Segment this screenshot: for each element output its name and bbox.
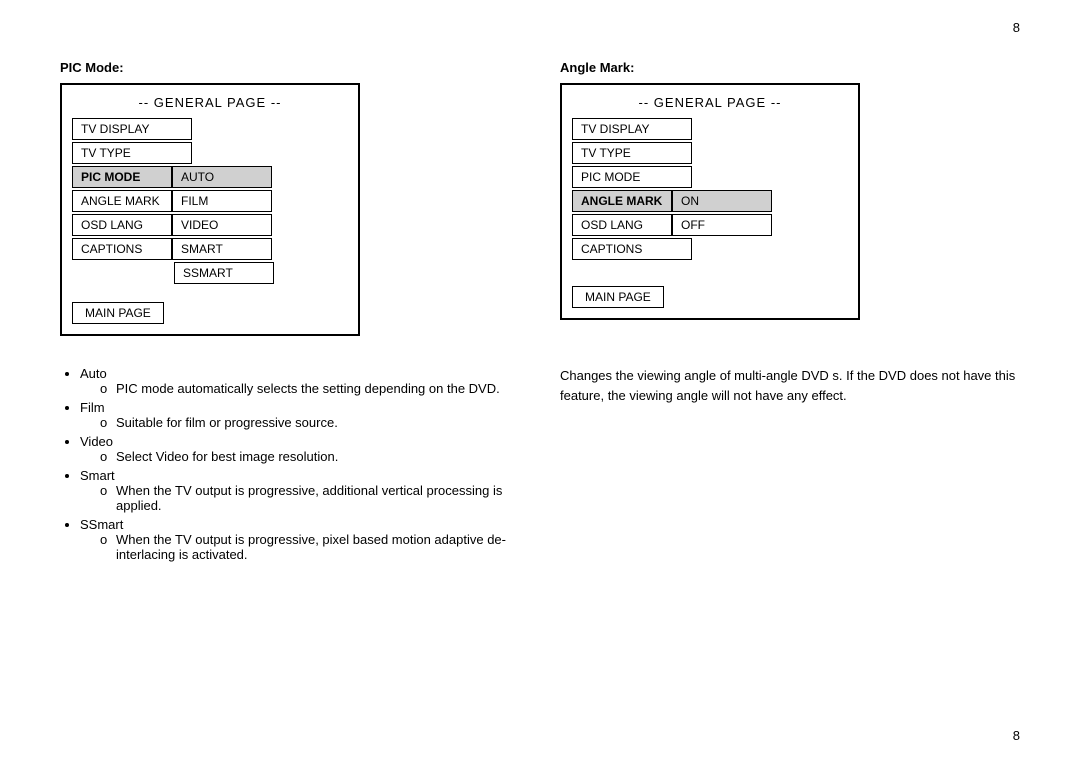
table-row: OSD LANG VIDEO xyxy=(72,214,348,236)
bullet-label: SSmart xyxy=(80,517,123,532)
pic-mode-label: PIC MODE xyxy=(72,166,172,188)
page-number-bottom: 8 xyxy=(1013,728,1020,743)
right-description-text: Changes the viewing angle of multi-angle… xyxy=(560,366,1020,566)
right-menu-box: -- GENERAL PAGE -- TV DISPLAY TV TYPE PI… xyxy=(560,83,860,320)
table-row: TV TYPE xyxy=(572,142,848,164)
right-section-label: Angle Mark: xyxy=(560,60,1020,75)
table-row: ANGLE MARK FILM xyxy=(72,190,348,212)
right-panel: Angle Mark: -- GENERAL PAGE -- TV DISPLA… xyxy=(560,60,1020,336)
tv-display-label: TV DISPLAY xyxy=(72,118,192,140)
list-item: Video Select Video for best image resolu… xyxy=(80,434,520,464)
table-row: PIC MODE AUTO xyxy=(72,166,348,188)
angle-mark-label: ANGLE MARK xyxy=(72,190,172,212)
table-row: TV DISPLAY xyxy=(572,118,848,140)
list-item: Select Video for best image resolution. xyxy=(100,449,520,464)
captions-label: CAPTIONS xyxy=(72,238,172,260)
list-item: Auto PIC mode automatically selects the … xyxy=(80,366,520,396)
left-main-page-button[interactable]: MAIN PAGE xyxy=(72,302,164,324)
table-row: ANGLE MARK ON xyxy=(572,190,848,212)
r-angle-mark-value: ON xyxy=(672,190,772,212)
list-item: Smart When the TV output is progressive,… xyxy=(80,468,520,513)
r-osd-lang-value: OFF xyxy=(672,214,772,236)
angle-mark-value: FILM xyxy=(172,190,272,212)
table-row: CAPTIONS xyxy=(572,238,848,260)
list-item: When the TV output is progressive, addit… xyxy=(100,483,520,513)
r-tv-type-label: TV TYPE xyxy=(572,142,692,164)
list-item: SSmart When the TV output is progressive… xyxy=(80,517,520,562)
r-tv-display-label: TV DISPLAY xyxy=(572,118,692,140)
bullet-label: Video xyxy=(80,434,113,449)
left-description: Auto PIC mode automatically selects the … xyxy=(60,366,520,566)
left-menu-box: -- GENERAL PAGE -- TV DISPLAY TV TYPE PI… xyxy=(60,83,360,336)
tv-type-label: TV TYPE xyxy=(72,142,192,164)
bullet-label: Auto xyxy=(80,366,107,381)
r-captions-label: CAPTIONS xyxy=(572,238,692,260)
table-row: PIC MODE xyxy=(572,166,848,188)
left-panel: PIC Mode: -- GENERAL PAGE -- TV DISPLAY … xyxy=(60,60,520,336)
bullet-label: Film xyxy=(80,400,105,415)
list-item: PIC mode automatically selects the setti… xyxy=(100,381,520,396)
r-osd-lang-label: OSD LANG xyxy=(572,214,672,236)
list-item: When the TV output is progressive, pixel… xyxy=(100,532,520,562)
list-item: Suitable for film or progressive source. xyxy=(100,415,520,430)
r-pic-mode-label: PIC MODE xyxy=(572,166,692,188)
pic-mode-value: AUTO xyxy=(172,166,272,188)
table-row: TV DISPLAY xyxy=(72,118,348,140)
r-angle-mark-label: ANGLE MARK xyxy=(572,190,672,212)
list-item: Film Suitable for film or progressive so… xyxy=(80,400,520,430)
right-main-page-button[interactable]: MAIN PAGE xyxy=(572,286,664,308)
osd-lang-label: OSD LANG xyxy=(72,214,172,236)
right-menu-title: -- GENERAL PAGE -- xyxy=(572,95,848,110)
table-row: CAPTIONS SMART xyxy=(72,238,348,260)
captions-value: SMART xyxy=(172,238,272,260)
ssmart-value: SSMART xyxy=(174,262,274,284)
bullet-label: Smart xyxy=(80,468,115,483)
osd-lang-value: VIDEO xyxy=(172,214,272,236)
left-section-label: PIC Mode: xyxy=(60,60,520,75)
page-number-top: 8 xyxy=(1013,20,1020,35)
table-row: OSD LANG OFF xyxy=(572,214,848,236)
left-menu-title: -- GENERAL PAGE -- xyxy=(72,95,348,110)
table-row: SSMART xyxy=(72,262,348,284)
table-row: TV TYPE xyxy=(72,142,348,164)
